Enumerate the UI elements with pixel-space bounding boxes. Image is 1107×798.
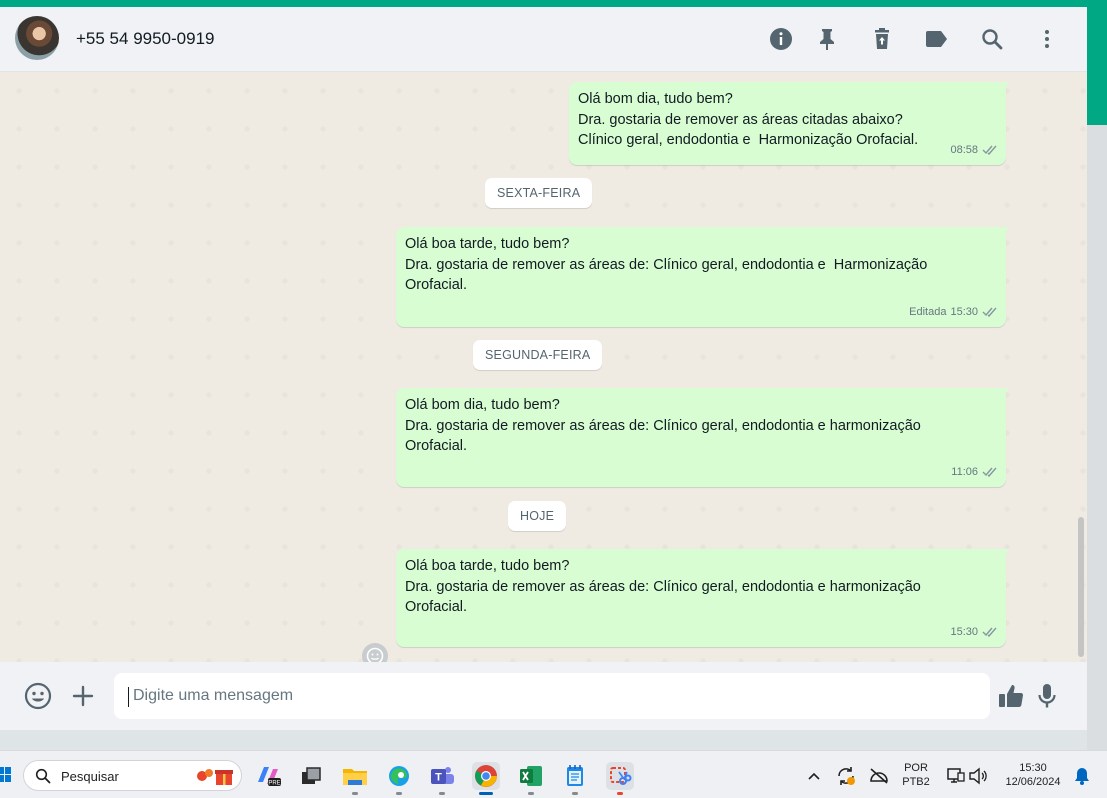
running-indicator: [572, 792, 578, 795]
svg-text:T: T: [435, 772, 442, 784]
delete-icon[interactable]: [869, 26, 895, 52]
whatsapp-window: +55 54 9950-0919 Olá bom dia, tudo bem? …: [0, 7, 1087, 730]
attach-plus-icon[interactable]: [68, 681, 98, 711]
message-line: Olá boa tarde, tudo bem?: [405, 558, 570, 574]
windows-taskbar: Pesquisar PRE T POR PTB2 15:30 12/06/202…: [0, 750, 1107, 798]
clock[interactable]: 15:30 12/06/2024: [998, 761, 1068, 789]
teams-icon[interactable]: T: [428, 762, 456, 790]
contact-avatar[interactable]: [15, 16, 59, 60]
message-line: Dra. gostaria de remover as áreas citada…: [578, 111, 903, 128]
message-line: Dra. gostaria de remover as áreas de: Cl…: [405, 256, 928, 273]
message-meta: Editada 15:30: [909, 302, 998, 323]
running-indicator: [439, 792, 445, 795]
message-line: Olá bom dia, tudo bem?: [578, 91, 733, 107]
snipping-tool-icon[interactable]: [606, 762, 634, 790]
message-line: Dra. gostaria de remover as áreas de: Cl…: [405, 578, 921, 595]
language-code: POR: [904, 762, 928, 774]
pin-icon[interactable]: [814, 26, 840, 52]
label-icon[interactable]: [924, 26, 950, 52]
message-bubble[interactable]: Olá bom dia, tudo bem? Dra. gostaria de …: [569, 82, 1010, 165]
message-line: Orofacial.: [405, 277, 468, 293]
message-bubble[interactable]: Olá bom dia, tudo bem? Dra. gostaria de …: [396, 388, 1010, 487]
running-indicator: [617, 792, 623, 795]
start-windows-icon[interactable]: [0, 765, 12, 785]
double-check-icon: [982, 307, 997, 317]
message-line: Orofacial.: [405, 599, 468, 615]
bubble-tail: [1002, 82, 1010, 90]
message-line: Olá boa tarde, tudo bem?: [405, 236, 570, 252]
text-caret: [128, 687, 129, 707]
window-top-accent: [0, 0, 1107, 7]
date-chip: SEXTA-FEIRA: [485, 178, 593, 208]
bubble-tail: [1002, 549, 1010, 557]
chevron-up-icon[interactable]: [800, 762, 828, 790]
search-icon: [35, 768, 51, 784]
double-check-icon: [982, 145, 997, 155]
message-meta: 11:06: [951, 462, 998, 483]
notification-bell-icon[interactable]: [1068, 762, 1096, 790]
clock-time: 15:30: [1019, 762, 1047, 774]
taskbar-search[interactable]: Pesquisar: [23, 760, 242, 791]
search-label: Pesquisar: [61, 769, 119, 784]
keyboard-layout: PTB2: [902, 776, 930, 788]
message-time: 08:58: [950, 143, 978, 156]
emoji-icon[interactable]: [23, 681, 53, 711]
sync-icon[interactable]: [832, 762, 860, 790]
microphone-icon[interactable]: [1032, 681, 1062, 711]
window-right-accent: [1087, 7, 1107, 125]
menu-icon[interactable]: [1034, 26, 1060, 52]
active-indicator: [479, 792, 493, 795]
message-meta: 15:30: [950, 622, 998, 643]
info-icon[interactable]: [768, 26, 794, 52]
copilot-icon[interactable]: PRE: [254, 762, 282, 790]
window-right-edge: [1087, 125, 1107, 750]
message-time: 15:30: [950, 305, 978, 318]
excel-icon[interactable]: [517, 762, 545, 790]
bubble-tail: [1002, 227, 1010, 235]
message-meta: 08:58: [950, 140, 998, 161]
running-indicator: [352, 792, 358, 795]
volume-icon[interactable]: [964, 762, 992, 790]
gift-icon: [197, 769, 233, 785]
thumbs-up-icon[interactable]: [996, 681, 1026, 711]
notepad-icon[interactable]: [561, 762, 589, 790]
search-icon[interactable]: [979, 26, 1005, 52]
network-offline-icon[interactable]: [865, 762, 893, 790]
date-chip: HOJE: [508, 501, 567, 531]
chrome-browser-icon[interactable]: [472, 762, 500, 790]
composer-bar: [0, 662, 1087, 730]
running-indicator: [528, 792, 534, 795]
message-input[interactable]: [114, 673, 990, 719]
message-bubble[interactable]: Olá boa tarde, tudo bem? Dra. gostaria d…: [396, 549, 1010, 647]
edge-browser-icon[interactable]: [385, 762, 413, 790]
language-indicator[interactable]: POR PTB2: [899, 761, 933, 789]
task-view-icon[interactable]: [297, 762, 325, 790]
message-bubble[interactable]: Olá boa tarde, tudo bem? Dra. gostaria d…: [396, 227, 1010, 327]
message-line: Clínico geral, endodontia e Harmonização…: [578, 132, 919, 148]
svg-text:PRE: PRE: [268, 781, 280, 787]
clock-date: 12/06/2024: [1005, 776, 1061, 788]
message-list[interactable]: Olá bom dia, tudo bem? Dra. gostaria de …: [0, 72, 1087, 669]
chat-header: +55 54 9950-0919: [0, 7, 1087, 72]
message-line: Olá bom dia, tudo bem?: [405, 397, 560, 413]
message-line: Dra. gostaria de remover as áreas de: Cl…: [405, 417, 921, 434]
date-chip: SEGUNDA-FEIRA: [473, 340, 603, 370]
running-indicator: [396, 792, 402, 795]
message-time: 11:06: [951, 465, 978, 478]
message-time: 15:30: [950, 625, 978, 638]
chat-scrollbar[interactable]: [1078, 517, 1084, 657]
message-line: Orofacial.: [405, 438, 468, 454]
bubble-tail: [1002, 388, 1010, 396]
contact-name[interactable]: +55 54 9950-0919: [76, 29, 215, 49]
double-check-icon: [982, 627, 997, 637]
double-check-icon: [982, 467, 997, 477]
edited-label: Editada: [909, 305, 947, 318]
file-explorer-icon[interactable]: [341, 762, 369, 790]
